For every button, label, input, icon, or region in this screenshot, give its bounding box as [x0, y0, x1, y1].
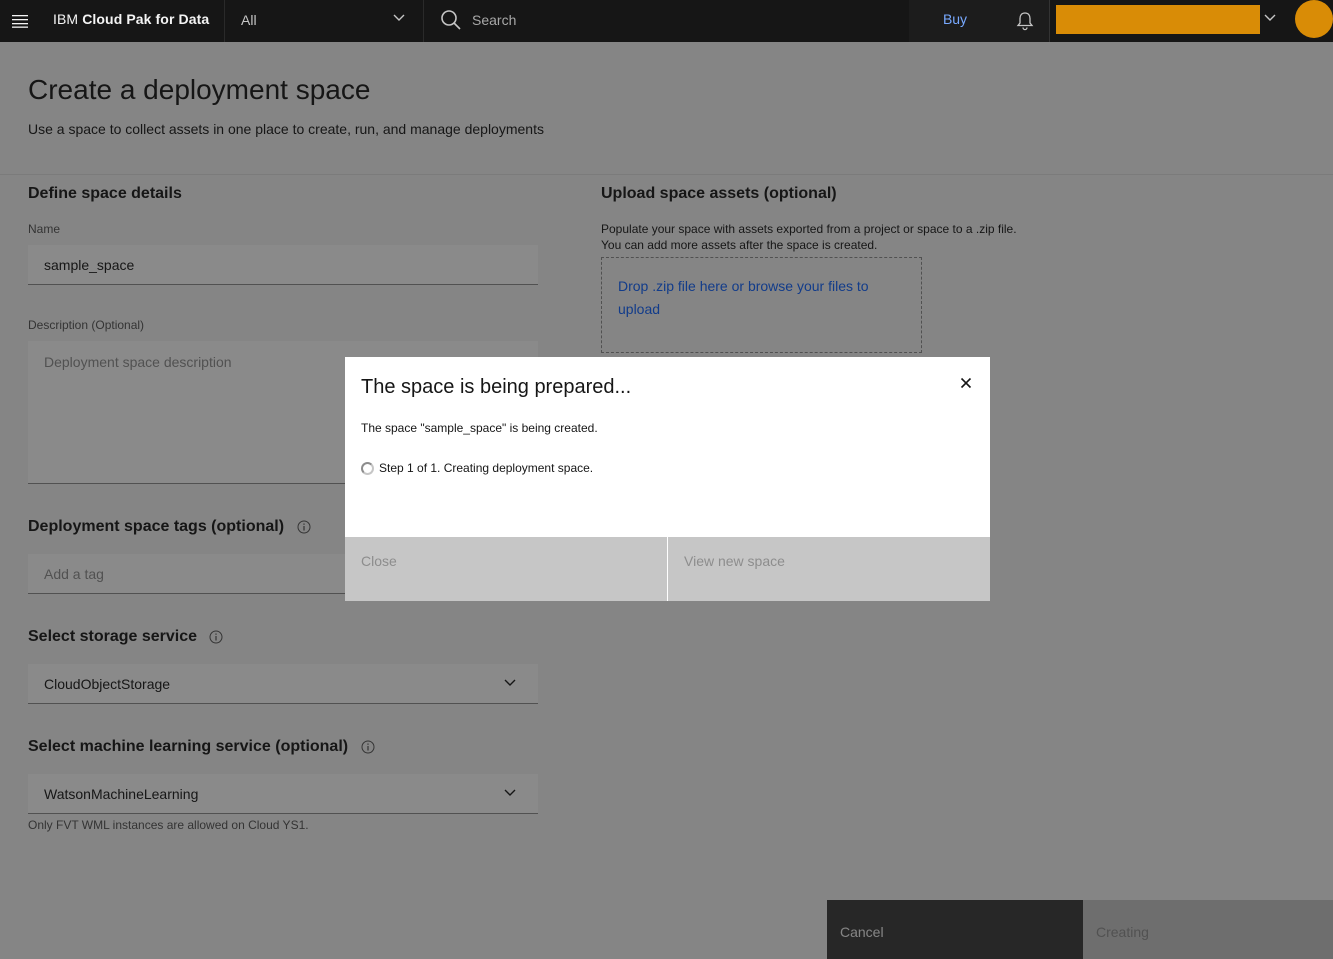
- search-icon[interactable]: [440, 9, 462, 31]
- user-avatar-button[interactable]: [1293, 0, 1333, 42]
- hamburger-icon: [12, 15, 28, 28]
- preparing-space-modal: The space is being prepared... The space…: [345, 357, 990, 601]
- hamburger-menu-button[interactable]: [0, 0, 40, 42]
- avatar: [1295, 0, 1333, 38]
- scope-dropdown[interactable]: All: [224, 0, 424, 42]
- search-input[interactable]: [472, 8, 872, 32]
- notifications-button[interactable]: [1001, 0, 1049, 42]
- brand-prefix: IBM: [53, 11, 79, 27]
- buy-link[interactable]: Buy: [909, 0, 1001, 42]
- chevron-down-icon: [393, 14, 405, 21]
- notification-bell-icon: [1016, 12, 1034, 31]
- product-brand[interactable]: IBM Cloud Pak for Data: [53, 0, 209, 42]
- view-new-space-button[interactable]: View new space: [668, 537, 990, 601]
- account-name-redacted: [1056, 5, 1260, 34]
- modal-title: The space is being prepared...: [361, 376, 632, 398]
- creation-progress-step: Step 1 of 1. Creating deployment space.: [361, 461, 593, 475]
- chevron-down-icon: [1264, 14, 1276, 21]
- top-nav-bar: IBM Cloud Pak for Data All Buy: [0, 0, 1333, 42]
- global-search: [424, 0, 909, 42]
- modal-close-action-button[interactable]: Close: [345, 537, 667, 601]
- loading-spinner-icon: [361, 461, 374, 475]
- scope-value: All: [241, 12, 257, 28]
- modal-close-button[interactable]: [956, 373, 976, 393]
- brand-name: Cloud Pak for Data: [82, 11, 210, 27]
- progress-step-text: Step 1 of 1. Creating deployment space.: [379, 461, 594, 475]
- modal-message: The space "sample_space" is being create…: [361, 421, 598, 435]
- account-switcher[interactable]: [1049, 0, 1289, 42]
- close-icon: [960, 377, 972, 389]
